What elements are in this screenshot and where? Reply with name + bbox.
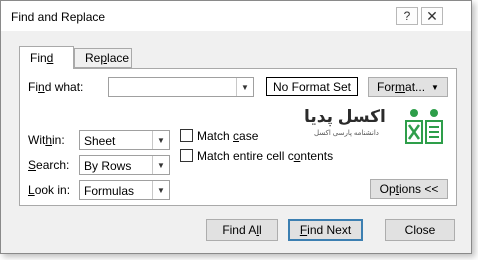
look-in-label: Look in: [28, 183, 71, 197]
format-button-label: Format... [377, 80, 426, 94]
excel-people-icon [405, 109, 443, 144]
match-entire-label[interactable]: Match entire cell contents [197, 149, 333, 163]
format-button[interactable]: Format... ▼ [368, 77, 448, 97]
search-select[interactable]: By Rows ▼ [79, 155, 170, 175]
chevron-down-icon: ▼ [431, 82, 439, 92]
help-icon: ? [403, 9, 411, 23]
options-button[interactable]: Options << [370, 179, 448, 199]
chevron-down-icon: ▼ [152, 131, 169, 149]
dialog-title: Find and Replace [11, 10, 106, 24]
close-window-button[interactable]: ✕ [421, 7, 443, 25]
close-button-label: Close [404, 223, 436, 237]
find-replace-dialog: Find and Replace ? ✕ Find Replace Find w… [0, 0, 472, 254]
find-panel: Find what: ▼ No Format Set Format... ▼ ا… [19, 68, 457, 206]
help-button[interactable]: ? [396, 7, 418, 25]
options-button-label: Options << [379, 182, 439, 196]
chevron-down-icon: ▼ [152, 156, 169, 174]
close-button[interactable]: Close [385, 219, 455, 241]
title-bar: Find and Replace ? ✕ [1, 1, 471, 31]
within-value: Sheet [84, 134, 116, 148]
tab-replace[interactable]: Replace [74, 48, 132, 68]
no-format-set-label: No Format Set [272, 79, 352, 94]
tab-find[interactable]: Find [19, 46, 74, 69]
match-case-label[interactable]: Match case [197, 129, 258, 143]
logo-sub-text: دانشنامه پارسی اکسل [314, 130, 379, 137]
find-next-label: Find Next [299, 223, 352, 237]
find-what-input[interactable]: ▼ [108, 77, 254, 97]
within-label: Within: [28, 133, 65, 147]
find-all-button[interactable]: Find All [206, 219, 278, 241]
format-preview: No Format Set [266, 77, 358, 96]
logo-main-text: اکسل پدیا [304, 107, 386, 126]
look-in-value: Formulas [84, 184, 135, 198]
close-icon: ✕ [426, 7, 438, 24]
search-value: By Rows [84, 159, 132, 173]
find-all-label: Find All [222, 223, 262, 237]
match-entire-checkbox[interactable] [180, 149, 193, 162]
look-in-select[interactable]: Formulas ▼ [79, 180, 170, 200]
within-select[interactable]: Sheet ▼ [79, 130, 170, 150]
tab-find-label: Find [30, 51, 54, 65]
find-what-label: Find what: [28, 80, 84, 94]
chevron-down-icon[interactable]: ▼ [236, 78, 253, 96]
match-case-checkbox[interactable] [180, 129, 193, 142]
excelpedia-logo: اکسل پدیا دانشنامه پارسی اکسل [300, 107, 450, 147]
find-next-button[interactable]: Find Next [288, 219, 363, 241]
search-label: Search: [28, 158, 70, 172]
tab-replace-label: Replace [85, 51, 130, 65]
chevron-down-icon: ▼ [152, 181, 169, 199]
